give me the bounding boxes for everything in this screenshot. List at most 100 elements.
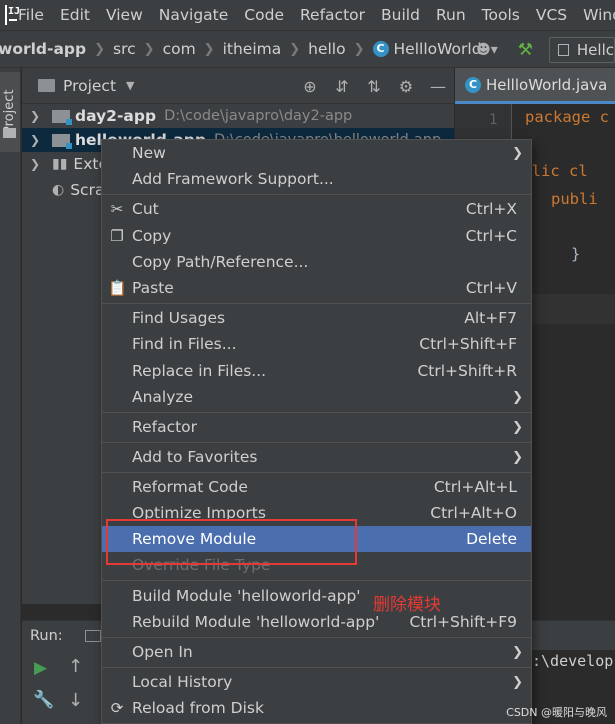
menu-build[interactable]: Build	[381, 6, 420, 24]
menu-separator	[102, 194, 531, 195]
wrench-icon[interactable]: 🔧	[33, 690, 54, 710]
menu-item-paste[interactable]: 📋 Paste Ctrl+V	[102, 275, 531, 301]
menu-window[interactable]: Wind	[583, 6, 615, 24]
menu-separator	[102, 412, 531, 413]
menu-item-label: Add to Favorites	[132, 448, 258, 466]
menu-item-label: Replace in Files...	[132, 362, 267, 380]
chevron-right-icon[interactable]: ❯	[30, 109, 44, 123]
menu-item-rebuild-module[interactable]: Rebuild Module 'helloworld-app' Ctrl+Shi…	[102, 609, 531, 635]
breadcrumb-module[interactable]: world-app	[0, 40, 86, 58]
expand-all-icon[interactable]: ⇵	[326, 77, 358, 96]
code-line: publi	[523, 190, 598, 208]
menu-run[interactable]: Run	[436, 6, 466, 24]
build-hammer-icon[interactable]: ⚒	[518, 40, 533, 60]
chevron-right-icon: ❯	[512, 644, 523, 660]
menu-tools[interactable]: Tools	[482, 6, 520, 24]
menu-item-add-to-favorites[interactable]: Add to Favorites ❯	[102, 444, 531, 470]
menu-separator	[102, 442, 531, 443]
code-line: package c	[525, 108, 609, 126]
run-configuration-select[interactable]: Hellc	[549, 37, 615, 63]
menu-navigate[interactable]: Navigate	[159, 6, 229, 24]
breadcrumb-src[interactable]: src	[113, 40, 136, 58]
menu-item-open-in[interactable]: Open In ❯	[102, 639, 531, 665]
menu-item-local-history[interactable]: Local History ❯	[102, 669, 531, 695]
menu-item-label: Build Module 'helloworld-app'	[132, 587, 361, 605]
editor-tab-bar: C HellloWorld.java	[455, 68, 615, 104]
menu-file[interactable]: File	[18, 6, 44, 24]
menu-item-find-usages[interactable]: Find Usages Alt+F7	[102, 305, 531, 331]
menu-item-find-in-files[interactable]: Find in Files... Ctrl+Shift+F	[102, 331, 531, 357]
run-toolbar: ▶ ↑ 🔧 ↓	[22, 650, 102, 724]
chevron-right-icon[interactable]: ❯	[30, 157, 44, 171]
menu-bar: IJ File Edit View Navigate Code Refactor…	[0, 0, 615, 30]
annotation-highlight-box	[106, 519, 357, 565]
menu-item-shortcut: Ctrl+V	[465, 279, 517, 297]
menu-item-label: New	[132, 144, 166, 162]
menu-item-label: Cut	[132, 200, 159, 218]
chevron-right-icon: ❯	[512, 449, 523, 465]
java-class-icon: C	[465, 76, 481, 93]
collapse-all-icon[interactable]: ⇅	[358, 77, 390, 96]
arrow-down-icon[interactable]: ↓	[68, 690, 83, 711]
menu-item-reformat-code[interactable]: Reformat Code Ctrl+Alt+L	[102, 474, 531, 500]
menu-refactor[interactable]: Refactor	[300, 6, 365, 24]
menu-item-label: Open In	[132, 643, 193, 661]
menu-item-add-framework-support[interactable]: Add Framework Support...	[102, 166, 531, 192]
menu-item-analyze[interactable]: Analyze ❯	[102, 384, 531, 410]
menu-item-reload-from-disk[interactable]: ⟳ Reload from Disk	[102, 695, 531, 721]
tab-helloworld-java[interactable]: C HellloWorld.java	[455, 68, 615, 104]
tree-row-day2-app[interactable]: ❯ day2-app D:\code\javapro\day2-app	[22, 104, 454, 128]
chevron-down-icon[interactable]: ▼	[126, 79, 134, 92]
run-panel-label: Run:	[30, 627, 63, 644]
intellij-logo-icon: IJ	[5, 5, 20, 25]
menu-edit[interactable]: Edit	[60, 6, 90, 24]
gear-icon[interactable]: ⚙	[390, 77, 422, 96]
menu-item-shortcut: Ctrl+Alt+L	[433, 478, 517, 496]
chevron-right-icon[interactable]: ❯	[30, 133, 44, 147]
menu-item-cut[interactable]: ✂ Cut Ctrl+X	[102, 196, 531, 222]
play-icon[interactable]: ▶	[34, 658, 47, 678]
line-number: 1	[489, 112, 498, 128]
run-tab-icon[interactable]	[84, 629, 101, 642]
chevron-right-icon: ❯	[512, 145, 523, 161]
locate-icon[interactable]: ⊕	[294, 77, 326, 96]
menu-item-label: Reload from Disk	[132, 699, 264, 717]
project-tool-window-button[interactable]: Project	[0, 72, 20, 152]
project-panel-header: Project ▼ ⊕ ⇵ ⇅ ⚙ —	[22, 68, 454, 104]
nav-toolbar: ☻▾ ⚒ Hellc	[476, 31, 615, 69]
menu-item-refactor[interactable]: Refactor ❯	[102, 414, 531, 440]
arrow-up-icon[interactable]: ↑	[68, 656, 83, 677]
menu-vcs[interactable]: VCS	[536, 6, 567, 24]
menu-item-shortcut: Ctrl+C	[465, 227, 517, 245]
chevron-right-icon: ❯	[512, 674, 523, 690]
menu-separator	[102, 472, 531, 473]
project-panel-title[interactable]: Project	[63, 77, 116, 95]
reload-icon: ⟳	[110, 699, 124, 717]
menu-item-new[interactable]: New ❯	[102, 140, 531, 166]
breadcrumb-itheima[interactable]: itheima	[223, 40, 282, 58]
menu-separator	[102, 637, 531, 638]
menu-item-build-module[interactable]: Build Module 'helloworld-app'	[102, 583, 531, 609]
menu-item-replace-in-files[interactable]: Replace in Files... Ctrl+Shift+R	[102, 358, 531, 384]
breadcrumb-com[interactable]: com	[163, 40, 196, 58]
left-tool-strip: Project	[0, 68, 21, 724]
menu-code[interactable]: Code	[244, 6, 284, 24]
navigation-bar: world-app ❯ src ❯ com ❯ itheima ❯ hello …	[0, 30, 615, 68]
breadcrumb-class[interactable]: HellloWorld	[394, 40, 482, 58]
menu-item-copy-path[interactable]: Copy Path/Reference...	[102, 249, 531, 275]
menu-view[interactable]: View	[106, 6, 143, 24]
menu-item-label: Copy	[132, 227, 172, 245]
watermark: CSDN @暖阳与晚风	[506, 706, 607, 719]
context-menu: New ❯ Add Framework Support... ✂ Cut Ctr…	[101, 139, 532, 724]
menu-item-label: Find Usages	[132, 309, 226, 327]
breadcrumb-hello[interactable]: hello	[308, 40, 345, 58]
tree-item-name: day2-app	[75, 107, 157, 125]
minimize-icon[interactable]: —	[422, 77, 454, 96]
library-icon: ▮▮	[52, 156, 68, 172]
menu-item-label: Local History	[132, 673, 233, 691]
module-folder-icon	[52, 109, 72, 125]
tree-item-name: Scra	[70, 181, 105, 199]
scratches-icon: ◐	[52, 182, 65, 198]
menu-item-copy[interactable]: ❐ Copy Ctrl+C	[102, 223, 531, 249]
user-dropdown-icon[interactable]: ☻▾	[476, 42, 498, 58]
